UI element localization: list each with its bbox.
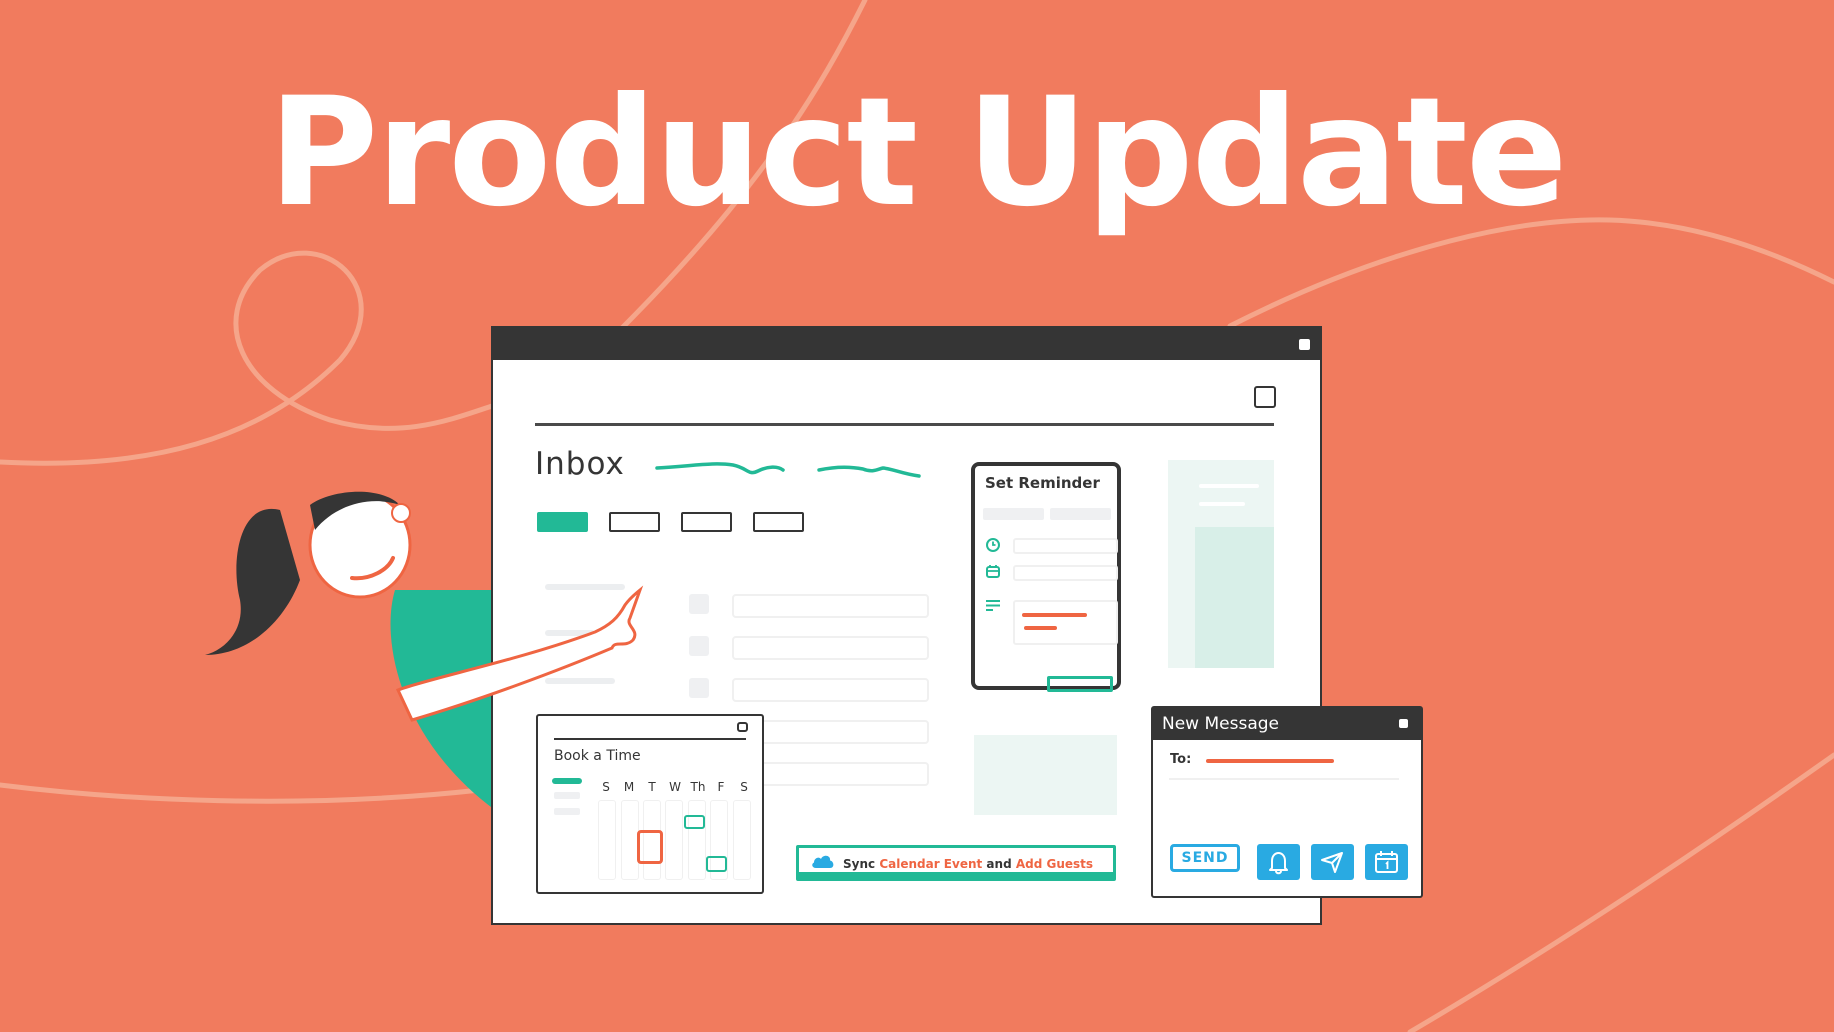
checkbox[interactable] [689, 636, 709, 656]
sync-prefix: Sync [843, 857, 876, 871]
weekday-label: W [669, 780, 681, 794]
weekday-header: S M T W Th F S [596, 780, 754, 794]
divider [1169, 778, 1399, 780]
window-titlebar [493, 328, 1320, 360]
placeholder-line [545, 678, 615, 684]
weekday-label: T [648, 780, 656, 794]
list-item-field [732, 636, 929, 660]
new-message-title: New Message [1162, 714, 1279, 734]
new-message-titlebar: New Message [1153, 708, 1421, 740]
weekday-label: S [602, 780, 610, 794]
calendar-button[interactable] [1365, 844, 1408, 880]
day-column[interactable] [688, 800, 706, 880]
squiggle-decoration [655, 462, 921, 478]
calendar-icon [1375, 851, 1398, 873]
sync-text: Sync Calendar Event and Add Guests [843, 857, 1093, 871]
maximize-icon[interactable] [1254, 386, 1276, 408]
sync-calendar-bar[interactable]: Sync Calendar Event and Add Guests [796, 845, 1116, 881]
panel-content-placeholder [1195, 527, 1274, 668]
divider [535, 423, 1274, 426]
available-time-slot[interactable] [706, 856, 727, 872]
weekday-label: M [623, 780, 635, 794]
weekday-label: F [717, 780, 725, 794]
send-button[interactable]: SEND [1170, 844, 1240, 872]
available-time-slot[interactable] [684, 815, 705, 829]
selected-time-slot[interactable] [637, 830, 663, 864]
content-placeholder [974, 735, 1117, 815]
close-icon[interactable] [737, 722, 748, 732]
tab-1[interactable] [537, 512, 588, 532]
reminder-option[interactable] [983, 508, 1044, 520]
weekday-label: Th [690, 780, 706, 794]
headline: Product Update [268, 66, 1567, 240]
side-panel-placeholder [1168, 460, 1274, 668]
inbox-title: Inbox [535, 446, 625, 482]
tab-3[interactable] [681, 512, 732, 532]
tab-4[interactable] [753, 512, 804, 532]
reminder-option[interactable] [1050, 508, 1111, 520]
to-label: To: [1170, 752, 1192, 767]
book-a-time-card: Book a Time S M T W Th F S [536, 714, 764, 894]
placeholder-line [545, 584, 625, 590]
list-item-field [732, 594, 929, 618]
send-icon [1321, 852, 1343, 873]
send-icon-button[interactable] [1311, 844, 1354, 880]
day-column[interactable] [665, 800, 683, 880]
set-reminder-title: Set Reminder [985, 474, 1100, 492]
tab-2[interactable] [609, 512, 660, 532]
list-item-field [732, 678, 929, 702]
placeholder-line [1199, 484, 1259, 488]
set-reminder-card: Set Reminder [971, 462, 1121, 692]
day-column[interactable] [733, 800, 751, 880]
window-control-icon[interactable] [1399, 719, 1408, 728]
clock-icon [986, 538, 1000, 552]
bell-icon [1269, 852, 1288, 875]
calendar-icon [986, 565, 1000, 578]
add-guests-link[interactable]: Add Guests [1016, 857, 1093, 871]
checkbox[interactable] [689, 594, 709, 614]
notes-icon [986, 600, 1000, 611]
notes-scribble [1022, 613, 1087, 617]
bell-button[interactable] [1257, 844, 1300, 880]
inbox-tabs [537, 512, 804, 532]
divider [554, 738, 746, 740]
time-slot-label [554, 808, 580, 815]
calendar-event-link[interactable]: Calendar Event [879, 857, 982, 871]
time-slot-label [554, 792, 580, 799]
selected-marker [552, 778, 582, 784]
day-column[interactable] [598, 800, 616, 880]
cloud-icon [812, 855, 834, 868]
new-message-window: New Message To: SEND [1151, 706, 1423, 898]
placeholder-line [545, 630, 595, 636]
book-a-time-title: Book a Time [554, 748, 641, 764]
checkbox[interactable] [689, 678, 709, 698]
window-control-icon[interactable] [1299, 339, 1310, 350]
reminder-save-button[interactable] [1047, 676, 1113, 692]
placeholder-line [1199, 502, 1245, 506]
sync-middle: and [986, 857, 1012, 871]
notes-field[interactable] [1013, 600, 1118, 645]
recipient-scribble[interactable] [1206, 759, 1334, 763]
time-field[interactable] [1013, 538, 1118, 554]
weekday-label: S [740, 780, 748, 794]
date-field[interactable] [1013, 565, 1118, 581]
notes-scribble [1024, 626, 1057, 630]
